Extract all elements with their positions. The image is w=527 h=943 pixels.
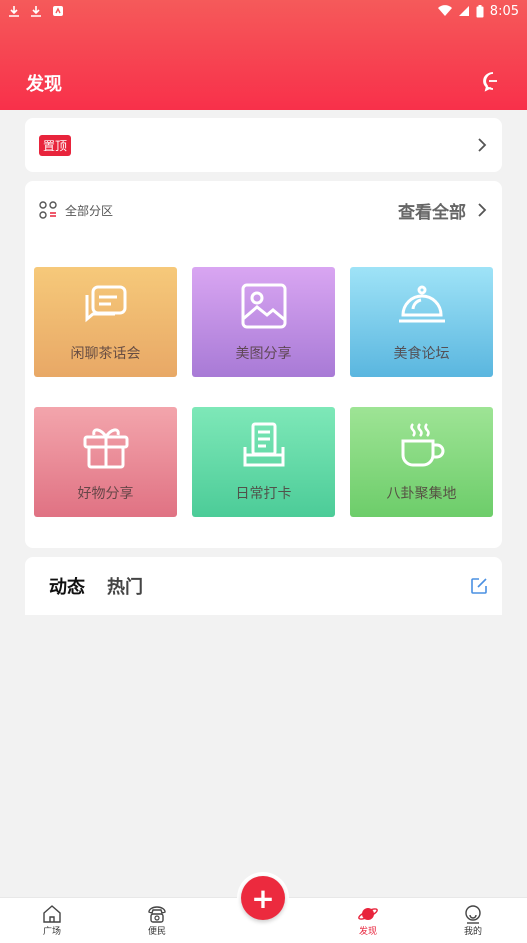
categories-title: 全部分区 <box>65 203 114 218</box>
status-bar: 8:05 <box>0 0 527 22</box>
telephone-icon <box>148 906 166 923</box>
tab-dynamics[interactable]: 动态 <box>49 573 85 599</box>
category-tile-gossip[interactable]: 八卦聚集地 <box>350 407 493 517</box>
category-label: 好物分享 <box>77 486 134 502</box>
category-label: 美图分享 <box>235 346 292 362</box>
chevron-right-icon <box>478 203 487 217</box>
nav-label: 发现 <box>358 927 377 937</box>
nav-convenience[interactable]: 便民 <box>127 904 187 937</box>
wifi-icon <box>437 5 452 17</box>
category-tile-photos[interactable]: 美图分享 <box>192 267 335 377</box>
nav-discover[interactable]: 发现 <box>338 904 398 937</box>
image-icon <box>241 283 286 329</box>
header: 8:05 发现 <box>0 0 527 110</box>
signal-icon <box>458 6 469 16</box>
view-all-label: 查看全部 <box>398 202 466 223</box>
categories-card: 全部分区 查看全部 闲聊茶话会 美图分享 美食论坛 好物分享 日常打卡 八卦聚集… <box>25 181 502 548</box>
category-label: 闲聊茶话会 <box>70 346 141 362</box>
download-icon <box>9 6 19 17</box>
home-icon <box>43 905 61 923</box>
coffee-cup-icon <box>401 423 444 467</box>
page-title: 发现 <box>26 74 62 95</box>
gift-icon <box>83 428 128 469</box>
nav-label: 广场 <box>42 927 61 937</box>
check-in-icon <box>243 422 284 467</box>
category-tile-chat[interactable]: 闲聊茶话会 <box>34 267 177 377</box>
nav-plaza[interactable]: 广场 <box>22 904 82 937</box>
pinned-badge: 置顶 <box>39 134 72 156</box>
user-face-icon <box>465 905 481 924</box>
category-tile-food[interactable]: 美食论坛 <box>350 267 493 377</box>
chat-bubble-icon <box>483 72 497 92</box>
tab-hot[interactable]: 热门 <box>107 573 143 599</box>
nav-mine[interactable]: 我的 <box>443 904 503 937</box>
category-tile-checkin[interactable]: 日常打卡 <box>192 407 335 517</box>
cloche-icon <box>398 285 445 323</box>
category-tile-goods[interactable]: 好物分享 <box>34 407 177 517</box>
view-all-link[interactable]: 查看全部 <box>398 198 488 223</box>
nav-label: 我的 <box>463 927 482 937</box>
plus-icon: + <box>241 876 285 920</box>
post-button[interactable]: + <box>237 872 289 924</box>
category-label: 美食论坛 <box>393 346 450 362</box>
nav-label: 便民 <box>147 927 166 937</box>
edit-icon[interactable] <box>470 577 488 595</box>
download-icon <box>31 6 41 17</box>
feed-tabs: 动态 热门 <box>25 557 502 615</box>
chevron-right-icon <box>478 138 487 152</box>
pinned-card[interactable]: 置顶 <box>25 118 502 172</box>
grid-icon <box>39 201 57 219</box>
chat-bubbles-icon <box>85 285 126 323</box>
message-button[interactable] <box>481 70 505 94</box>
category-label: 日常打卡 <box>235 486 292 502</box>
categories-header: 全部分区 查看全部 <box>39 198 488 223</box>
status-time: 8:05 <box>489 3 519 19</box>
notification-icon <box>53 6 63 16</box>
category-label: 八卦聚集地 <box>386 486 457 502</box>
planet-icon <box>358 908 378 920</box>
battery-icon <box>476 4 484 17</box>
